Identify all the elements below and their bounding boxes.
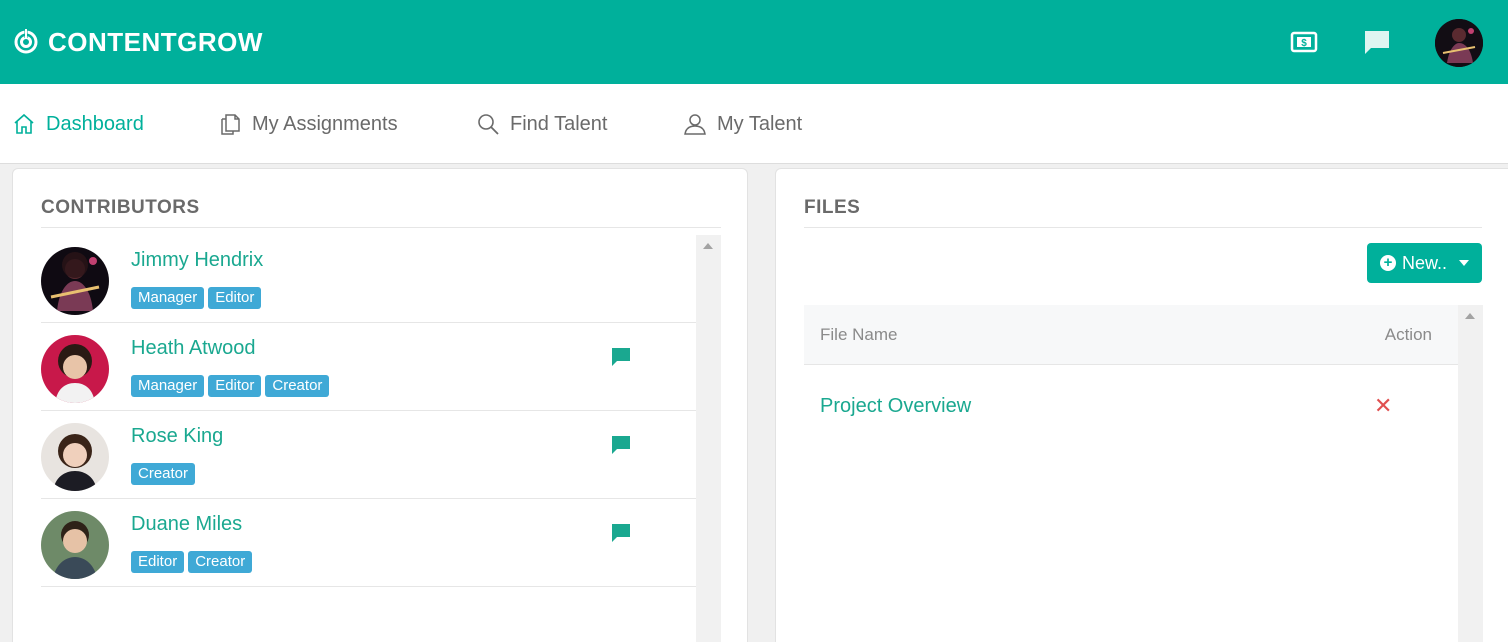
role-badges: Manager Editor [131,287,262,309]
role-badge: Manager [131,287,205,309]
column-action: Action [1384,325,1432,344]
contributor-avatar[interactable] [41,423,109,491]
caret-down-icon [1459,260,1470,266]
home-icon [14,113,34,134]
nav-find-talent-label: Find Talent [510,112,608,135]
contributor-row: Duane Miles Editor Creator [41,499,696,587]
messages-icon[interactable] [1361,26,1393,58]
role-badge: Creator [131,463,196,485]
role-badge: Creator [188,551,253,573]
nav-find-talent[interactable]: Find Talent [476,110,607,138]
files-title: FILES [804,197,861,218]
new-file-button[interactable]: + New.. [1367,243,1482,283]
file-link[interactable]: Project Overview [820,395,971,418]
nav-my-assignments[interactable]: My Assignments [218,110,398,138]
main-nav: Dashboard My Assignments Find Talent My … [0,84,1508,164]
contributors-panel: CONTRIBUTORS Jimmy Hendrix Manager Edito… [12,168,748,642]
nav-dashboard-label: Dashboard [46,112,144,135]
contributor-name[interactable]: Heath Atwood [131,337,256,360]
scroll-up-arrow-icon[interactable] [1465,313,1475,319]
role-badge: Creator [265,375,330,397]
role-badges: Creator [131,463,196,485]
scroll-up-arrow-icon[interactable] [703,243,713,249]
top-bar: CONTENTGROW $ [0,0,1508,84]
nav-my-talent-label: My Talent [717,112,803,135]
billing-icon[interactable]: $ [1288,26,1320,58]
user-avatar[interactable] [1435,19,1483,67]
documents-icon [221,114,240,135]
brand[interactable]: CONTENTGROW [12,26,263,58]
column-file-name: File Name [820,325,898,344]
contributor-avatar[interactable] [41,511,109,579]
files-panel: FILES + New.. File Name Action Project O… [775,168,1508,642]
role-badge: Editor [131,551,185,573]
contributor-row: Rose King Creator [41,411,696,499]
chat-icon[interactable] [611,435,631,460]
nav-my-talent[interactable]: My Talent [683,110,802,138]
contributor-row: Heath Atwood Manager Editor Creator [41,323,696,411]
nav-dashboard[interactable]: Dashboard [12,110,144,138]
brand-name: CONTENTGROW [48,26,263,57]
delete-icon[interactable]: ✕ [1374,395,1392,417]
plus-circle-icon: + [1379,255,1396,271]
search-icon [478,114,499,135]
role-badge: Manager [131,375,205,397]
contentgrow-logo-icon [12,28,40,56]
svg-text:$: $ [1301,38,1307,49]
contributor-avatar[interactable] [41,335,109,403]
divider [41,227,721,228]
role-badge: Editor [208,375,262,397]
contributors-title: CONTRIBUTORS [41,197,200,218]
contributors-scrollbar[interactable] [696,235,721,642]
contributor-row: Jimmy Hendrix Manager Editor [41,235,696,323]
chat-icon[interactable] [611,523,631,548]
contributor-name[interactable]: Rose King [131,425,223,448]
table-row: Project Overview ✕ [804,365,1458,449]
role-badges: Editor Creator [131,551,253,573]
nav-my-assignments-label: My Assignments [252,112,398,135]
files-table: File Name Action Project Overview ✕ [804,305,1458,449]
contributors-list: Jimmy Hendrix Manager Editor Heath Atwoo… [41,235,696,587]
user-icon [684,114,706,135]
contributor-avatar[interactable] [41,247,109,315]
contributor-name[interactable]: Duane Miles [131,513,242,536]
files-scrollbar[interactable] [1458,305,1483,642]
role-badges: Manager Editor Creator [131,375,330,397]
table-header: File Name Action [804,305,1458,365]
chat-icon[interactable] [611,347,631,372]
new-file-label: New.. [1401,252,1448,273]
role-badge: Editor [208,287,262,309]
divider [804,227,1482,228]
contributor-name[interactable]: Jimmy Hendrix [131,249,263,272]
